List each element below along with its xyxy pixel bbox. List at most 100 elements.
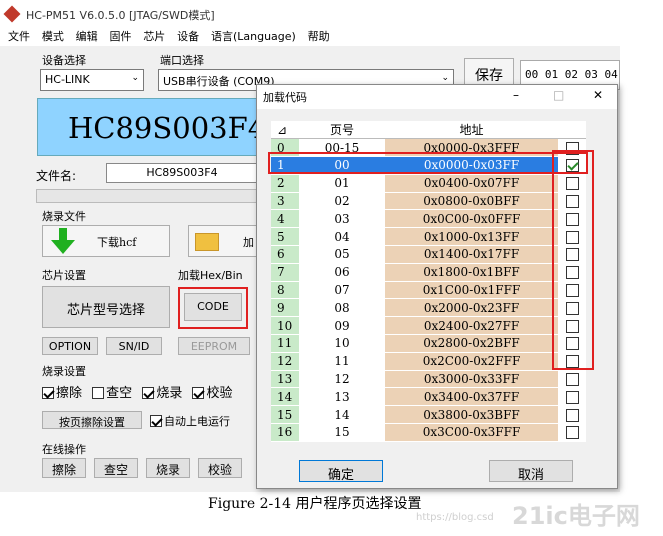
- header-page[interactable]: 页号: [299, 121, 385, 140]
- ok-button-label: 确定: [327, 468, 354, 483]
- watermark-url: https://blog.csd: [416, 512, 494, 523]
- minimize-icon[interactable]: –: [513, 88, 519, 102]
- cancel-button-label: 取消: [517, 468, 544, 483]
- file-name-field[interactable]: HC89S003F4: [106, 163, 258, 183]
- row-address: 0x2800-0x2BFF: [385, 334, 558, 353]
- menu-bar: 文件 模式 编辑 固件 芯片 设备 语言(Language) 帮助: [0, 28, 620, 46]
- device-select[interactable]: HC-LINK ⌄: [40, 69, 144, 91]
- row-address: 0x1400-0x17FF: [385, 245, 558, 264]
- row-index: 11: [271, 334, 299, 353]
- menu-help[interactable]: 帮助: [308, 28, 330, 44]
- row-select-cell: [558, 405, 586, 425]
- row-page: 07: [299, 281, 385, 300]
- row-page: 14: [299, 405, 385, 425]
- device-select-value: HC-LINK: [45, 73, 90, 86]
- online-verify-button[interactable]: 校验: [198, 458, 242, 478]
- table-row[interactable]: 13 12 0x3000-0x33FF: [271, 370, 586, 389]
- row-checkbox[interactable]: [565, 426, 579, 440]
- table-row[interactable]: 10 09 0x2400-0x27FF: [271, 316, 586, 336]
- menu-device[interactable]: 设备: [177, 28, 199, 44]
- chip-settings-group-label: 芯片设置: [42, 269, 86, 282]
- table-row[interactable]: 8 07 0x1C00-0x1FFF: [271, 281, 586, 300]
- menu-file[interactable]: 文件: [8, 28, 30, 44]
- close-icon[interactable]: ✕: [593, 88, 603, 102]
- row-index: 10: [271, 316, 299, 336]
- table-row[interactable]: 11 10 0x2800-0x2BFF: [271, 334, 586, 353]
- table-row[interactable]: 3 02 0x0800-0x0BFF: [271, 192, 586, 211]
- header-address[interactable]: 地址: [385, 121, 558, 140]
- table-row[interactable]: 2 01 0x0400-0x07FF: [271, 174, 586, 193]
- row-address: 0x1800-0x1BFF: [385, 263, 558, 282]
- menu-edit[interactable]: 编辑: [76, 28, 98, 44]
- load-button[interactable]: 加: [188, 225, 260, 257]
- row-address: 0x0800-0x0BFF: [385, 192, 558, 211]
- cancel-button[interactable]: 取消: [489, 460, 573, 483]
- row-address: 0x3000-0x33FF: [385, 370, 558, 389]
- online-erase-button[interactable]: 擦除: [42, 458, 86, 478]
- table-row[interactable]: 15 14 0x3800-0x3BFF: [271, 405, 586, 425]
- table-row[interactable]: 9 08 0x2000-0x23FF: [271, 298, 586, 318]
- eeprom-button[interactable]: EEPROM: [178, 337, 250, 355]
- table-row[interactable]: 14 13 0x3400-0x37FF: [271, 387, 586, 407]
- selected-row-highlight-box: [268, 152, 588, 174]
- row-checkbox[interactable]: [565, 373, 579, 387]
- dialog-title-bar: 加载代码 – □ ✕: [257, 85, 617, 109]
- download-hcf-button[interactable]: 下载hcf: [42, 225, 170, 257]
- header-select: [558, 121, 586, 140]
- row-checkbox[interactable]: [565, 390, 579, 404]
- row-page: 09: [299, 316, 385, 336]
- online-program-button[interactable]: 烧录: [146, 458, 190, 478]
- table-row[interactable]: 16 15 0x3C00-0x3FFF: [271, 423, 586, 442]
- maximize-icon[interactable]: □: [553, 88, 564, 102]
- app-logo-icon: [3, 5, 21, 23]
- row-index: 5: [271, 227, 299, 247]
- file-name-value: HC89S003F4: [146, 166, 218, 179]
- row-address: 0x1000-0x13FF: [385, 227, 558, 247]
- burn-settings-group-label: 烧录设置: [42, 365, 86, 378]
- row-checkbox[interactable]: [565, 408, 579, 422]
- erase-checkbox[interactable]: 擦除: [42, 386, 82, 401]
- menu-firmware[interactable]: 固件: [109, 28, 131, 44]
- page-erase-settings-button[interactable]: 按页擦除设置: [42, 411, 142, 429]
- row-page: 15: [299, 423, 385, 442]
- row-page: 03: [299, 209, 385, 229]
- menu-mode[interactable]: 模式: [42, 28, 64, 44]
- file-name-label: 文件名:: [36, 169, 77, 183]
- table-row[interactable]: 6 05 0x1400-0x17FF: [271, 245, 586, 264]
- program-checkbox[interactable]: 烧录: [142, 386, 182, 401]
- online-blank-check-button[interactable]: 查空: [94, 458, 138, 478]
- row-page: 08: [299, 298, 385, 318]
- snid-button[interactable]: SN/ID: [106, 337, 162, 355]
- menu-language[interactable]: 语言(Language): [211, 28, 296, 44]
- figure-caption: Figure 2-14 用户程序页选择设置: [208, 493, 422, 513]
- row-select-cell: [558, 387, 586, 407]
- blank-check-checkbox[interactable]: 查空: [92, 386, 132, 401]
- row-page: 13: [299, 387, 385, 407]
- menu-chip[interactable]: 芯片: [143, 28, 165, 44]
- watermark-logo: 21ic电子网: [512, 502, 640, 530]
- row-address: 0x1C00-0x1FFF: [385, 281, 558, 300]
- window-title: HC-PM51 V6.0.5.0 [JTAG/SWD模式]: [26, 9, 215, 22]
- row-page: 12: [299, 370, 385, 389]
- chip-model-select-button[interactable]: 芯片型号选择: [42, 286, 170, 328]
- load-hex-group-label: 加载Hex/Bin: [178, 269, 243, 282]
- table-row[interactable]: 7 06 0x1800-0x1BFF: [271, 263, 586, 282]
- verify-checkbox[interactable]: 校验: [192, 386, 232, 401]
- title-bar: HC-PM51 V6.0.5.0 [JTAG/SWD模式]: [0, 0, 620, 28]
- row-page: 10: [299, 334, 385, 353]
- header-index[interactable]: ⊿: [271, 121, 299, 140]
- option-button[interactable]: OPTION: [42, 337, 98, 355]
- row-address: 0x0400-0x07FF: [385, 174, 558, 193]
- checkbox-icon: [150, 415, 162, 427]
- ok-button[interactable]: 确定: [299, 460, 383, 483]
- table-row[interactable]: 5 04 0x1000-0x13FF: [271, 227, 586, 247]
- progress-bar: [36, 189, 260, 203]
- hex-preview-text: 00 01 02 03 04: [525, 68, 618, 81]
- auto-power-checkbox[interactable]: 自动上电运行: [150, 413, 230, 429]
- row-page: 04: [299, 227, 385, 247]
- row-select-cell: [558, 423, 586, 442]
- row-page: 06: [299, 263, 385, 282]
- table-row[interactable]: 12 11 0x2C00-0x2FFF: [271, 352, 586, 371]
- table-row[interactable]: 4 03 0x0C00-0x0FFF: [271, 209, 586, 229]
- checkbox-icon: [192, 387, 205, 399]
